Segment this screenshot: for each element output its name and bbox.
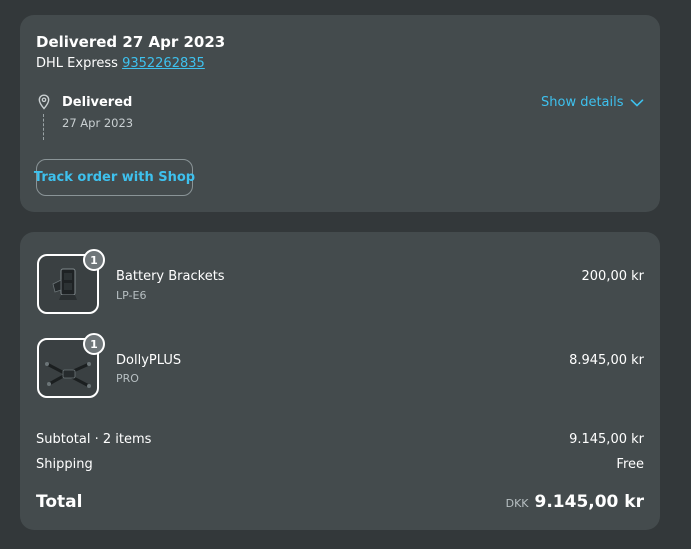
item-variant: PRO: [116, 372, 139, 385]
delivery-title: Delivered 27 Apr 2023: [36, 33, 226, 51]
item-variant: LP-E6: [116, 289, 147, 302]
subtotal-value: 9.145,00 kr: [569, 432, 644, 447]
status-date: 27 Apr 2023: [62, 116, 134, 130]
shipping-value: Free: [616, 457, 644, 472]
timeline-connector: [43, 114, 44, 140]
total-currency: DKK: [505, 497, 529, 510]
quantity-badge: 1: [83, 333, 105, 355]
total-amount: 9.145,00 kr: [534, 492, 645, 512]
status-label: Delivered: [62, 95, 133, 110]
track-order-button[interactable]: Track order with Shop: [34, 159, 195, 196]
total-value: DKK 9.145,00 kr: [506, 492, 644, 512]
subtotal-label: Subtotal · 2 items: [36, 432, 152, 447]
item-price: 8.945,00 kr: [569, 353, 644, 368]
item-name: Battery Brackets: [116, 269, 225, 284]
show-details-label: Show details: [541, 95, 624, 110]
shipping-label: Shipping: [36, 457, 93, 472]
location-pin-icon: [37, 94, 51, 110]
carrier-name: DHL Express: [36, 56, 118, 71]
quantity-badge: 1: [83, 249, 105, 271]
item-name: DollyPLUS: [116, 353, 182, 368]
total-label: Total: [36, 492, 83, 512]
carrier-line: DHL Express 9352262835: [36, 56, 205, 71]
item-price: 200,00 kr: [581, 269, 645, 284]
tracking-number-link[interactable]: 9352262835: [122, 56, 205, 71]
delivery-card: Delivered 27 Apr 2023 DHL Express 935226…: [20, 15, 660, 212]
chevron-down-icon: [630, 98, 643, 106]
show-details-button[interactable]: Show details: [541, 95, 644, 110]
order-summary-card: 1 Battery Brackets LP-E6 200,00 kr 1 Dol…: [20, 232, 660, 530]
